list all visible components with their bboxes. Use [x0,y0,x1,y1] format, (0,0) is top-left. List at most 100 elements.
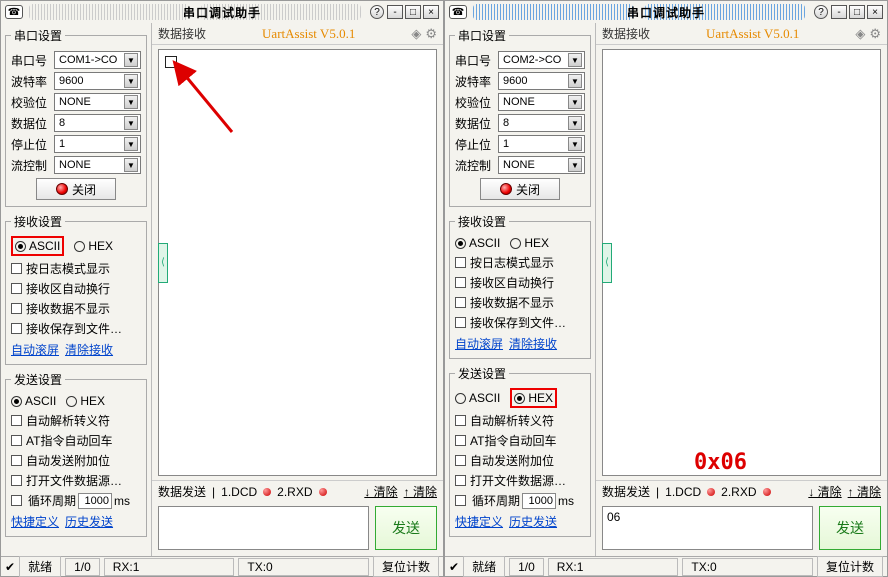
checkbox[interactable] [455,495,466,506]
dropdown[interactable]: COM1->CO▼ [54,51,141,69]
radio-hex[interactable] [514,393,525,404]
port-settings-group: 串口设置 串口号 COM2->CO▼波特率 9600▼校验位 NONE▼数据位 … [449,27,591,207]
dropdown[interactable]: COM2->CO▼ [498,51,585,69]
checkbox[interactable] [11,415,22,426]
reset-count-button[interactable]: 复位计数 [373,556,439,577]
link[interactable]: 清除接收 [65,343,113,357]
checkbox[interactable] [11,435,22,446]
checkbox[interactable] [11,455,22,466]
port-close-button[interactable]: 关闭 [36,178,116,200]
checkbox[interactable] [11,263,22,274]
checkbox[interactable] [455,257,466,268]
minimize-button[interactable]: - [387,5,403,19]
port-close-button[interactable]: 关闭 [480,178,560,200]
checkbox[interactable] [455,455,466,466]
tx-settings-group: 发送设置 ASCII HEX 自动解析转义符AT指令自动回车自动发送附加位打开文… [5,371,147,537]
app-icon: ☎ [5,5,23,19]
tx-title: 数据发送 [602,483,650,500]
dropdown[interactable]: NONE▼ [498,93,585,111]
clear-up-link[interactable]: ↑ 清除 [848,483,881,500]
field-label: 校验位 [455,94,495,111]
link[interactable]: 快捷定义 [11,515,59,529]
dropdown[interactable]: 9600▼ [54,72,141,90]
tx-input[interactable]: 06 [602,506,813,550]
rx-textarea[interactable]: ⟨ [602,49,881,476]
group-legend: 串口设置 [11,27,65,44]
checkbox[interactable] [455,297,466,308]
checkbox[interactable] [455,317,466,328]
radio-ascii[interactable] [15,241,26,252]
radio-hex[interactable] [74,241,85,252]
checkbox-label: 接收区自动换行 [26,280,110,297]
dropdown[interactable]: NONE▼ [498,156,585,174]
radio-ascii[interactable] [455,393,466,404]
diamond-icon[interactable]: ◈ [855,26,865,42]
dropdown[interactable]: NONE▼ [54,93,141,111]
checkbox[interactable] [11,475,22,486]
clear-down-link[interactable]: ↓ 清除 [808,485,841,499]
radio-ascii[interactable] [11,396,22,407]
dropdown[interactable]: 8▼ [498,114,585,132]
help-icon[interactable]: ? [370,5,384,19]
dropdown[interactable]: 1▼ [54,135,141,153]
maximize-button[interactable]: □ [849,5,865,19]
status-bar: ✔ 就绪 1/0 RX:1 TX:0 复位计数 [1,556,443,576]
collapse-handle[interactable]: ⟨ [602,243,612,283]
checkbox[interactable] [455,415,466,426]
dropdown[interactable]: NONE▼ [54,156,141,174]
group-legend: 发送设置 [455,365,509,382]
led-icon [500,183,512,195]
tx-input[interactable] [158,506,369,550]
radio-hex[interactable] [66,396,77,407]
gear-icon[interactable]: ⚙ [425,26,437,42]
checkbox[interactable] [11,283,22,294]
close-button[interactable]: × [423,5,439,19]
minimize-button[interactable]: - [831,5,847,19]
diamond-icon[interactable]: ◈ [411,26,421,42]
rx-settings-group: 接收设置 ASCII HEX 按日志模式显示接收区自动换行接收数据不显示接收保存… [449,213,591,359]
gear-icon[interactable]: ⚙ [869,26,881,42]
checkbox[interactable] [11,495,22,506]
help-icon[interactable]: ? [814,5,828,19]
maximize-button[interactable]: □ [405,5,421,19]
link[interactable]: 快捷定义 [455,515,503,529]
dropdown[interactable]: 1▼ [498,135,585,153]
dropdown[interactable]: 9600▼ [498,72,585,90]
send-button[interactable]: 发送 [375,506,437,550]
checkbox-label: AT指令自动回车 [26,432,112,449]
chevron-down-icon: ▼ [124,53,138,67]
dropdown[interactable]: 8▼ [54,114,141,132]
checkbox[interactable] [455,277,466,288]
chevron-down-icon: ▼ [124,95,138,109]
send-button[interactable]: 发送 [819,506,881,550]
ready-icon: ✔ [449,560,459,574]
annotation-arrow [172,62,242,154]
link[interactable]: 清除接收 [509,337,557,351]
led-icon [56,183,68,195]
cycle-input[interactable] [522,493,556,509]
cycle-input[interactable] [78,493,112,509]
dcd-led-icon [707,488,715,496]
clear-down-link[interactable]: ↓ 清除 [364,485,397,499]
checkbox[interactable] [11,303,22,314]
checkbox[interactable] [455,435,466,446]
checkbox-label: 自动发送附加位 [470,452,554,469]
field-label: 校验位 [11,94,51,111]
checkbox-label: 接收数据不显示 [26,300,110,317]
checkbox[interactable] [455,475,466,486]
cycle-label: 循环周期 [472,492,520,509]
clear-up-link[interactable]: ↑ 清除 [404,483,437,500]
status-count: 1/0 [65,558,100,576]
checkbox-label: 接收保存到文件… [470,314,566,331]
checkbox[interactable] [11,323,22,334]
link[interactable]: 历史发送 [509,515,557,529]
collapse-handle[interactable]: ⟨ [158,243,168,283]
radio-ascii[interactable] [455,238,466,249]
radio-hex[interactable] [510,238,521,249]
link[interactable]: 自动滚屏 [11,343,59,357]
reset-count-button[interactable]: 复位计数 [817,556,883,577]
checkbox-label: 接收数据不显示 [470,294,554,311]
link[interactable]: 历史发送 [65,515,113,529]
close-button[interactable]: × [867,5,883,19]
link[interactable]: 自动滚屏 [455,337,503,351]
